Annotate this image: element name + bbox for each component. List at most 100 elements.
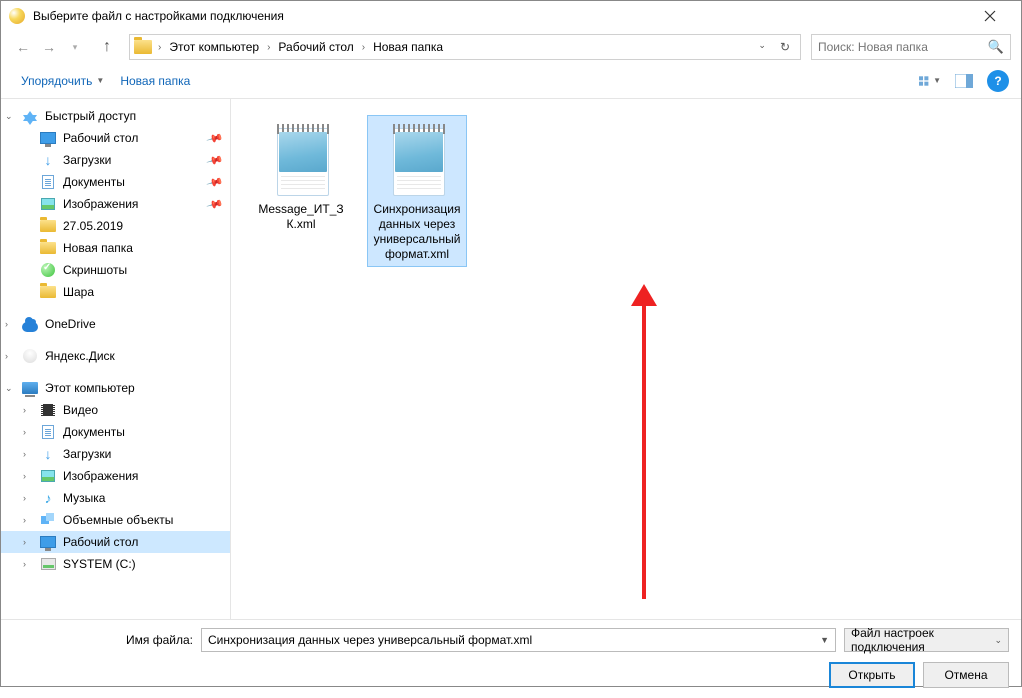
chevron-down-icon[interactable]: ▼ [820,635,829,645]
crumb-root[interactable]: Этот компьютер [163,38,265,56]
check-icon [39,262,57,278]
sidebar-documents2[interactable]: › Документы [1,421,230,443]
close-button[interactable] [967,1,1013,31]
sidebar-onedrive[interactable]: › OneDrive [1,313,230,335]
search-icon[interactable]: 🔍 [988,39,1004,55]
annotation-arrow [631,269,657,599]
filename-combo[interactable]: ▼ [201,628,836,652]
sidebar-music[interactable]: › ♪ Музыка [1,487,230,509]
sidebar-pictures[interactable]: Изображения 📌 [1,193,230,215]
pin-icon: 📌 [206,151,224,169]
expander-icon[interactable]: › [23,449,26,459]
expander-icon[interactable]: › [23,537,26,547]
titlebar: Выберите файл с настройками подключения [1,1,1021,31]
newfolder-label: Новая папка [120,74,190,88]
breadcrumb[interactable]: › Этот компьютер › Рабочий стол › Новая … [129,34,801,60]
download-icon: ↓ [39,446,57,462]
sidebar-desktop[interactable]: Рабочий стол 📌 [1,127,230,149]
xml-file-icon [269,120,333,196]
sidebar-downloads[interactable]: ↓ Загрузки 📌 [1,149,230,171]
xml-file-icon [385,120,449,196]
sidebar-documents[interactable]: Документы 📌 [1,171,230,193]
star-icon [21,108,39,124]
sidebar[interactable]: ⌄ Быстрый доступ Рабочий стол 📌 ↓ Загруз… [1,99,231,619]
open-label: Открыть [848,668,895,682]
pin-icon: 📌 [206,129,224,147]
crumb-p2[interactable]: Новая папка [367,38,449,56]
sidebar-share[interactable]: Шара [1,281,230,303]
document-icon [39,174,57,190]
drive-icon [39,556,57,572]
expander-icon[interactable]: › [23,559,26,569]
up-button[interactable]: ↑ [95,35,119,59]
breadcrumb-dropdown[interactable]: ⌄ [752,38,772,56]
video-icon [39,402,57,418]
expander-icon[interactable]: › [5,319,8,329]
expander-icon[interactable]: › [23,493,26,503]
pin-icon: 📌 [206,173,224,191]
newfolder-button[interactable]: Новая папка [112,70,198,92]
preview-pane-button[interactable] [953,70,975,92]
sidebar-3dobjects[interactable]: › Объемные объекты [1,509,230,531]
history-dropdown[interactable]: ▾ [63,35,87,59]
forward-button[interactable]: → [37,35,61,59]
expander-icon[interactable]: › [23,405,26,415]
app-icon [9,8,25,24]
document-icon [39,424,57,440]
sidebar-folder-date[interactable]: 27.05.2019 [1,215,230,237]
filetype-label: Файл настроек подключения [851,626,994,654]
toolbar: Упорядочить ▼ Новая папка ▼ ? [1,63,1021,99]
help-button[interactable]: ? [987,70,1009,92]
sidebar-yandex-disk[interactable]: › Яндекс.Диск [1,345,230,367]
crumb-p1[interactable]: Рабочий стол [272,38,359,56]
filetype-dropdown[interactable]: Файл настроек подключения ⌄ [844,628,1009,652]
file-item-message[interactable]: Message_ИТ_ЗК.xml [251,115,351,237]
sidebar-videos[interactable]: › Видео [1,399,230,421]
expander-icon[interactable]: › [5,351,8,361]
organize-button[interactable]: Упорядочить ▼ [13,70,112,92]
back-button[interactable]: ← [11,35,35,59]
sidebar-this-pc[interactable]: ⌄ Этот компьютер [1,377,230,399]
sidebar-desktop2[interactable]: › Рабочий стол [1,531,230,553]
download-icon: ↓ [39,152,57,168]
folder-icon [39,284,57,300]
chevron-right-icon: › [265,42,272,53]
chevron-down-icon: ▼ [96,76,104,85]
refresh-button[interactable]: ↻ [774,38,796,56]
pictures-icon [39,468,57,484]
folder-icon [134,40,152,54]
search-box[interactable]: 🔍 [811,34,1011,60]
sidebar-drive-c[interactable]: › SYSTEM (C:) [1,553,230,575]
expander-icon[interactable]: ⌄ [5,111,13,122]
window-title: Выберите файл с настройками подключения [33,9,967,23]
music-icon: ♪ [39,490,57,506]
sidebar-downloads2[interactable]: › ↓ Загрузки [1,443,230,465]
expander-icon[interactable]: ⌄ [5,383,13,394]
cancel-button[interactable]: Отмена [923,662,1009,688]
open-button[interactable]: Открыть [829,662,915,688]
folder-icon [39,240,57,256]
view-mode-button[interactable]: ▼ [919,70,941,92]
cancel-label: Отмена [944,668,987,682]
cloud-icon [21,316,39,332]
pc-icon [21,380,39,396]
3d-icon [39,512,57,528]
nav-row: ← → ▾ ↑ › Этот компьютер › Рабочий стол … [1,31,1021,63]
expander-icon[interactable]: › [23,471,26,481]
file-item-sync[interactable]: Синхронизация данных через универсальный… [367,115,467,267]
expander-icon[interactable]: › [23,427,26,437]
file-label: Синхронизация данных через универсальный… [372,202,462,262]
search-input[interactable] [818,40,988,54]
sidebar-pictures2[interactable]: › Изображения [1,465,230,487]
sidebar-quick-access[interactable]: ⌄ Быстрый доступ [1,105,230,127]
sidebar-folder-new[interactable]: Новая папка [1,237,230,259]
file-pane[interactable]: Message_ИТ_ЗК.xml Синхронизация данных ч… [231,99,1021,619]
chevron-right-icon: › [156,42,163,53]
expander-icon[interactable]: › [23,515,26,525]
filename-label: Имя файла: [13,633,193,647]
bottom-panel: Имя файла: ▼ Файл настроек подключения ⌄… [1,619,1021,698]
desktop-icon [39,534,57,550]
filename-input[interactable] [208,633,820,647]
pictures-icon [39,196,57,212]
sidebar-screenshots[interactable]: Скриншоты [1,259,230,281]
